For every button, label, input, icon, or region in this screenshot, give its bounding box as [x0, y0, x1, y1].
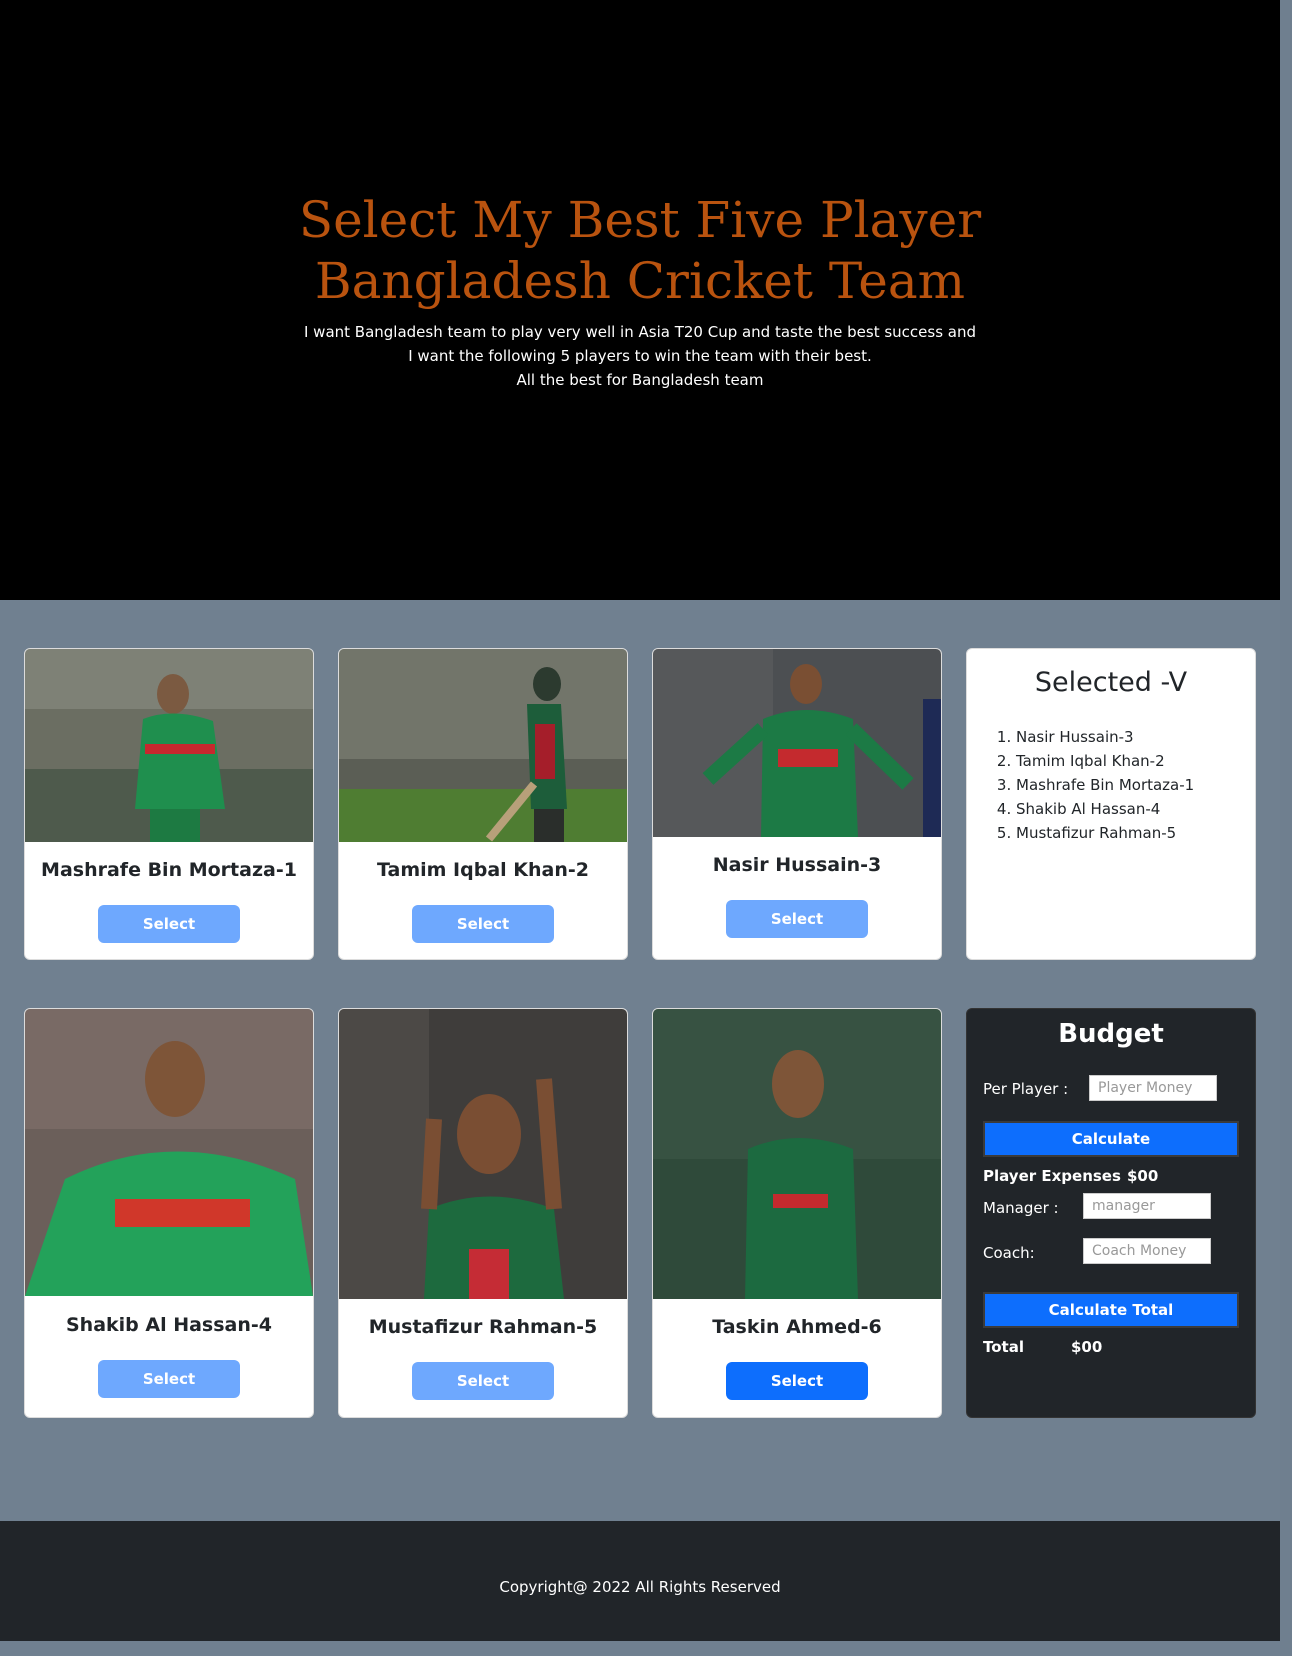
subtitle-line: I want Bangladesh team to play very well…: [303, 323, 977, 341]
coach-input[interactable]: [1083, 1238, 1211, 1264]
player-name: Mustafizur Rahman-5: [368, 1316, 598, 1338]
player-name: Tamim Iqbal Khan-2: [377, 859, 589, 881]
manager-label: Manager :: [983, 1199, 1059, 1217]
calculate-total-button[interactable]: Calculate Total: [983, 1292, 1239, 1328]
budget-panel: Budget Per Player : Calculate Player Exp…: [966, 1008, 1256, 1418]
select-button[interactable]: Select: [98, 905, 240, 943]
player-photo: [25, 649, 313, 842]
player-photo: [339, 1009, 627, 1299]
player-expenses-value: $00: [1127, 1167, 1159, 1185]
player-card: Taskin Ahmed-6 Select: [652, 1008, 942, 1418]
budget-title: Budget: [1058, 1019, 1164, 1049]
hero-banner: Select My Best Five Player Bangladesh Cr…: [0, 0, 1280, 600]
selected-players-panel: Selected -V Nasir Hussain-3 Tamim Iqbal …: [966, 648, 1256, 960]
select-button[interactable]: Select: [412, 905, 554, 943]
footer: Copyright@ 2022 All Rights Reserved: [0, 1521, 1280, 1641]
player-name: Nasir Hussain-3: [712, 854, 882, 876]
player-name: Mashrafe Bin Mortaza-1: [41, 859, 297, 881]
player-card: Nasir Hussain-3 Select: [652, 648, 942, 960]
list-item: Mustafizur Rahman-5: [1016, 821, 1194, 845]
player-card: Tamim Iqbal Khan-2 Select: [338, 648, 628, 960]
player-expenses-label: Player Expenses: [983, 1167, 1121, 1185]
player-name: Shakib Al Hassan-4: [65, 1314, 273, 1336]
selected-title: Selected -V: [1034, 667, 1188, 698]
page-title: Select My Best Five Player Bangladesh Cr…: [298, 191, 982, 310]
select-button[interactable]: Select: [726, 1362, 868, 1400]
player-photo: [653, 1009, 941, 1299]
page-scrollbar[interactable]: [1280, 0, 1292, 1656]
selected-list: Nasir Hussain-3 Tamim Iqbal Khan-2 Mashr…: [999, 725, 1194, 845]
total-label: Total: [983, 1338, 1024, 1356]
player-photo: [339, 649, 627, 842]
subtitle-line: All the best for Bangladesh team: [516, 371, 764, 389]
player-name: Taskin Ahmed-6: [712, 1316, 882, 1338]
select-button[interactable]: Select: [98, 1360, 240, 1398]
list-item: Shakib Al Hassan-4: [1016, 797, 1194, 821]
select-button[interactable]: Select: [726, 900, 868, 938]
player-card: Mashrafe Bin Mortaza-1 Select: [24, 648, 314, 960]
coach-label: Coach:: [983, 1244, 1035, 1262]
player-photo: [25, 1009, 313, 1296]
per-player-label: Per Player :: [983, 1080, 1069, 1098]
copyright-text: Copyright@ 2022 All Rights Reserved: [499, 1578, 781, 1596]
per-player-input[interactable]: [1089, 1075, 1217, 1101]
player-card: Mustafizur Rahman-5 Select: [338, 1008, 628, 1418]
player-card: Shakib Al Hassan-4 Select: [24, 1008, 314, 1418]
manager-input[interactable]: [1083, 1193, 1211, 1219]
list-item: Tamim Iqbal Khan-2: [1016, 749, 1194, 773]
hero-subtitle: I want Bangladesh team to play very well…: [0, 320, 1280, 392]
select-button[interactable]: Select: [412, 1362, 554, 1400]
player-photo: [653, 649, 941, 837]
calculate-button[interactable]: Calculate: [983, 1121, 1239, 1157]
total-value: $00: [1071, 1338, 1103, 1356]
subtitle-line: I want the following 5 players to win th…: [408, 347, 872, 365]
list-item: Nasir Hussain-3: [1016, 725, 1194, 749]
list-item: Mashrafe Bin Mortaza-1: [1016, 773, 1194, 797]
